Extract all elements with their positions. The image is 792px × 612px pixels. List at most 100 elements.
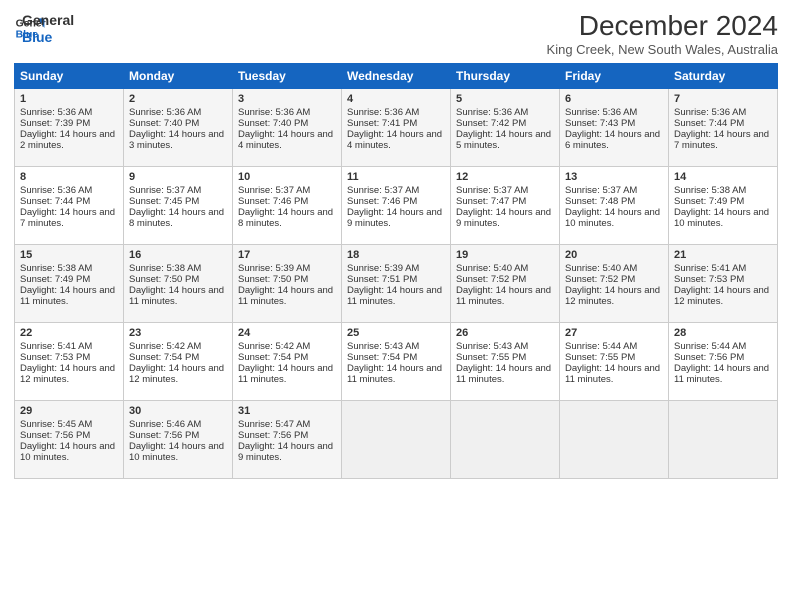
daylight-label: Daylight: 14 hours and 11 minutes.: [347, 285, 442, 307]
week-row-3: 15Sunrise: 5:38 AMSunset: 7:49 PMDayligh…: [15, 245, 778, 323]
daylight-label: Daylight: 14 hours and 12 minutes.: [20, 363, 115, 385]
daylight-label: Daylight: 14 hours and 11 minutes.: [674, 363, 769, 385]
cell-day: 9Sunrise: 5:37 AMSunset: 7:45 PMDaylight…: [124, 167, 233, 245]
sunrise-label: Sunrise: 5:38 AM: [674, 185, 746, 196]
cell-day: 29Sunrise: 5:45 AMSunset: 7:56 PMDayligh…: [15, 401, 124, 479]
cell-day: 6Sunrise: 5:36 AMSunset: 7:43 PMDaylight…: [560, 89, 669, 167]
day-number: 8: [20, 171, 118, 183]
sunset-label: Sunset: 7:49 PM: [674, 196, 744, 207]
sunset-label: Sunset: 7:50 PM: [129, 274, 199, 285]
daylight-label: Daylight: 14 hours and 11 minutes.: [456, 285, 551, 307]
sunset-label: Sunset: 7:40 PM: [238, 118, 308, 129]
subtitle: King Creek, New South Wales, Australia: [547, 42, 778, 57]
sunrise-label: Sunrise: 5:37 AM: [129, 185, 201, 196]
daylight-label: Daylight: 14 hours and 11 minutes.: [129, 285, 224, 307]
sunrise-label: Sunrise: 5:36 AM: [20, 185, 92, 196]
calendar-table: Sunday Monday Tuesday Wednesday Thursday…: [14, 63, 778, 479]
day-number: 5: [456, 93, 554, 105]
sunset-label: Sunset: 7:52 PM: [565, 274, 635, 285]
cell-day: 27Sunrise: 5:44 AMSunset: 7:55 PMDayligh…: [560, 323, 669, 401]
day-number: 24: [238, 327, 336, 339]
header-friday: Friday: [560, 64, 669, 89]
daylight-label: Daylight: 14 hours and 10 minutes.: [674, 207, 769, 229]
cell-day: 14 Sunrise: 5:38 AMSunset: 7:49 PMDayligh…: [669, 167, 778, 245]
sunrise-label: Sunrise: 5:44 AM: [565, 341, 637, 352]
logo-line1: General: [22, 12, 74, 29]
sunset-label: Sunset: 7:52 PM: [456, 274, 526, 285]
day-number: 11: [347, 171, 445, 183]
sunrise-label: Sunrise: 5:45 AM: [20, 419, 92, 430]
week-row-2: 8Sunrise: 5:36 AMSunset: 7:44 PMDaylight…: [15, 167, 778, 245]
daylight-label: Daylight: 14 hours and 4 minutes.: [347, 129, 442, 151]
sunrise-label: Sunrise: 5:41 AM: [674, 263, 746, 274]
cell-day: 1Sunrise: 5:36 AMSunset: 7:39 PMDaylight…: [15, 89, 124, 167]
cell-day: [451, 401, 560, 479]
sunrise-label: Sunrise: 5:36 AM: [674, 107, 746, 118]
day-number: 14: [674, 171, 772, 183]
day-number: 29: [20, 405, 118, 417]
daylight-label: Daylight: 14 hours and 11 minutes.: [20, 285, 115, 307]
sunrise-label: Sunrise: 5:44 AM: [674, 341, 746, 352]
sunrise-label: Sunrise: 5:37 AM: [347, 185, 419, 196]
cell-day: 3Sunrise: 5:36 AMSunset: 7:40 PMDaylight…: [233, 89, 342, 167]
sunset-label: Sunset: 7:54 PM: [238, 352, 308, 363]
sunset-label: Sunset: 7:53 PM: [674, 274, 744, 285]
daylight-label: Daylight: 14 hours and 8 minutes.: [129, 207, 224, 229]
header-monday: Monday: [124, 64, 233, 89]
cell-day: 25Sunrise: 5:43 AMSunset: 7:54 PMDayligh…: [342, 323, 451, 401]
sunrise-label: Sunrise: 5:38 AM: [20, 263, 92, 274]
day-number: 30: [129, 405, 227, 417]
header-thursday: Thursday: [451, 64, 560, 89]
daylight-label: Daylight: 14 hours and 9 minutes.: [347, 207, 442, 229]
cell-day: 15 Sunrise: 5:38 AMSunset: 7:49 PMDayligh…: [15, 245, 124, 323]
logo-line2: Blue: [22, 29, 74, 46]
sunset-label: Sunset: 7:48 PM: [565, 196, 635, 207]
daylight-label: Daylight: 14 hours and 12 minutes.: [674, 285, 769, 307]
title-block: December 2024 King Creek, New South Wale…: [547, 10, 778, 57]
sunset-label: Sunset: 7:46 PM: [347, 196, 417, 207]
day-number: 6: [565, 93, 663, 105]
cell-day: [560, 401, 669, 479]
sunset-label: Sunset: 7:39 PM: [20, 118, 90, 129]
sunrise-label: Sunrise: 5:39 AM: [238, 263, 310, 274]
sunrise-label: Sunrise: 5:38 AM: [129, 263, 201, 274]
sunrise-label: Sunrise: 5:36 AM: [347, 107, 419, 118]
sunrise-label: Sunrise: 5:42 AM: [129, 341, 201, 352]
daylight-label: Daylight: 14 hours and 5 minutes.: [456, 129, 551, 151]
daylight-label: Daylight: 14 hours and 11 minutes.: [456, 363, 551, 385]
sunset-label: Sunset: 7:43 PM: [565, 118, 635, 129]
day-number: 7: [674, 93, 772, 105]
sunset-label: Sunset: 7:40 PM: [129, 118, 199, 129]
cell-day: 20Sunrise: 5:40 AMSunset: 7:52 PMDayligh…: [560, 245, 669, 323]
cell-day: 8Sunrise: 5:36 AMSunset: 7:44 PMDaylight…: [15, 167, 124, 245]
sunset-label: Sunset: 7:49 PM: [20, 274, 90, 285]
sunset-label: Sunset: 7:45 PM: [129, 196, 199, 207]
sunrise-label: Sunrise: 5:37 AM: [456, 185, 528, 196]
daylight-label: Daylight: 14 hours and 11 minutes.: [238, 363, 333, 385]
sunset-label: Sunset: 7:56 PM: [20, 430, 90, 441]
day-number: 23: [129, 327, 227, 339]
week-row-1: 1Sunrise: 5:36 AMSunset: 7:39 PMDaylight…: [15, 89, 778, 167]
day-number: 12: [456, 171, 554, 183]
header: General Blue General Blue December 2024 …: [14, 10, 778, 57]
sunrise-label: Sunrise: 5:36 AM: [238, 107, 310, 118]
sunset-label: Sunset: 7:56 PM: [238, 430, 308, 441]
daylight-label: Daylight: 14 hours and 4 minutes.: [238, 129, 333, 151]
sunrise-label: Sunrise: 5:43 AM: [347, 341, 419, 352]
sunrise-label: Sunrise: 5:37 AM: [238, 185, 310, 196]
sunset-label: Sunset: 7:54 PM: [129, 352, 199, 363]
cell-day: 28Sunrise: 5:44 AMSunset: 7:56 PMDayligh…: [669, 323, 778, 401]
daylight-label: Daylight: 14 hours and 11 minutes.: [238, 285, 333, 307]
sunset-label: Sunset: 7:51 PM: [347, 274, 417, 285]
main-title: December 2024: [547, 10, 778, 42]
sunset-label: Sunset: 7:54 PM: [347, 352, 417, 363]
sunrise-label: Sunrise: 5:42 AM: [238, 341, 310, 352]
sunrise-label: Sunrise: 5:40 AM: [456, 263, 528, 274]
day-number: 15: [20, 249, 118, 261]
day-number: 13: [565, 171, 663, 183]
sunrise-label: Sunrise: 5:46 AM: [129, 419, 201, 430]
week-row-4: 22Sunrise: 5:41 AMSunset: 7:53 PMDayligh…: [15, 323, 778, 401]
day-number: 21: [674, 249, 772, 261]
header-saturday: Saturday: [669, 64, 778, 89]
sunrise-label: Sunrise: 5:47 AM: [238, 419, 310, 430]
